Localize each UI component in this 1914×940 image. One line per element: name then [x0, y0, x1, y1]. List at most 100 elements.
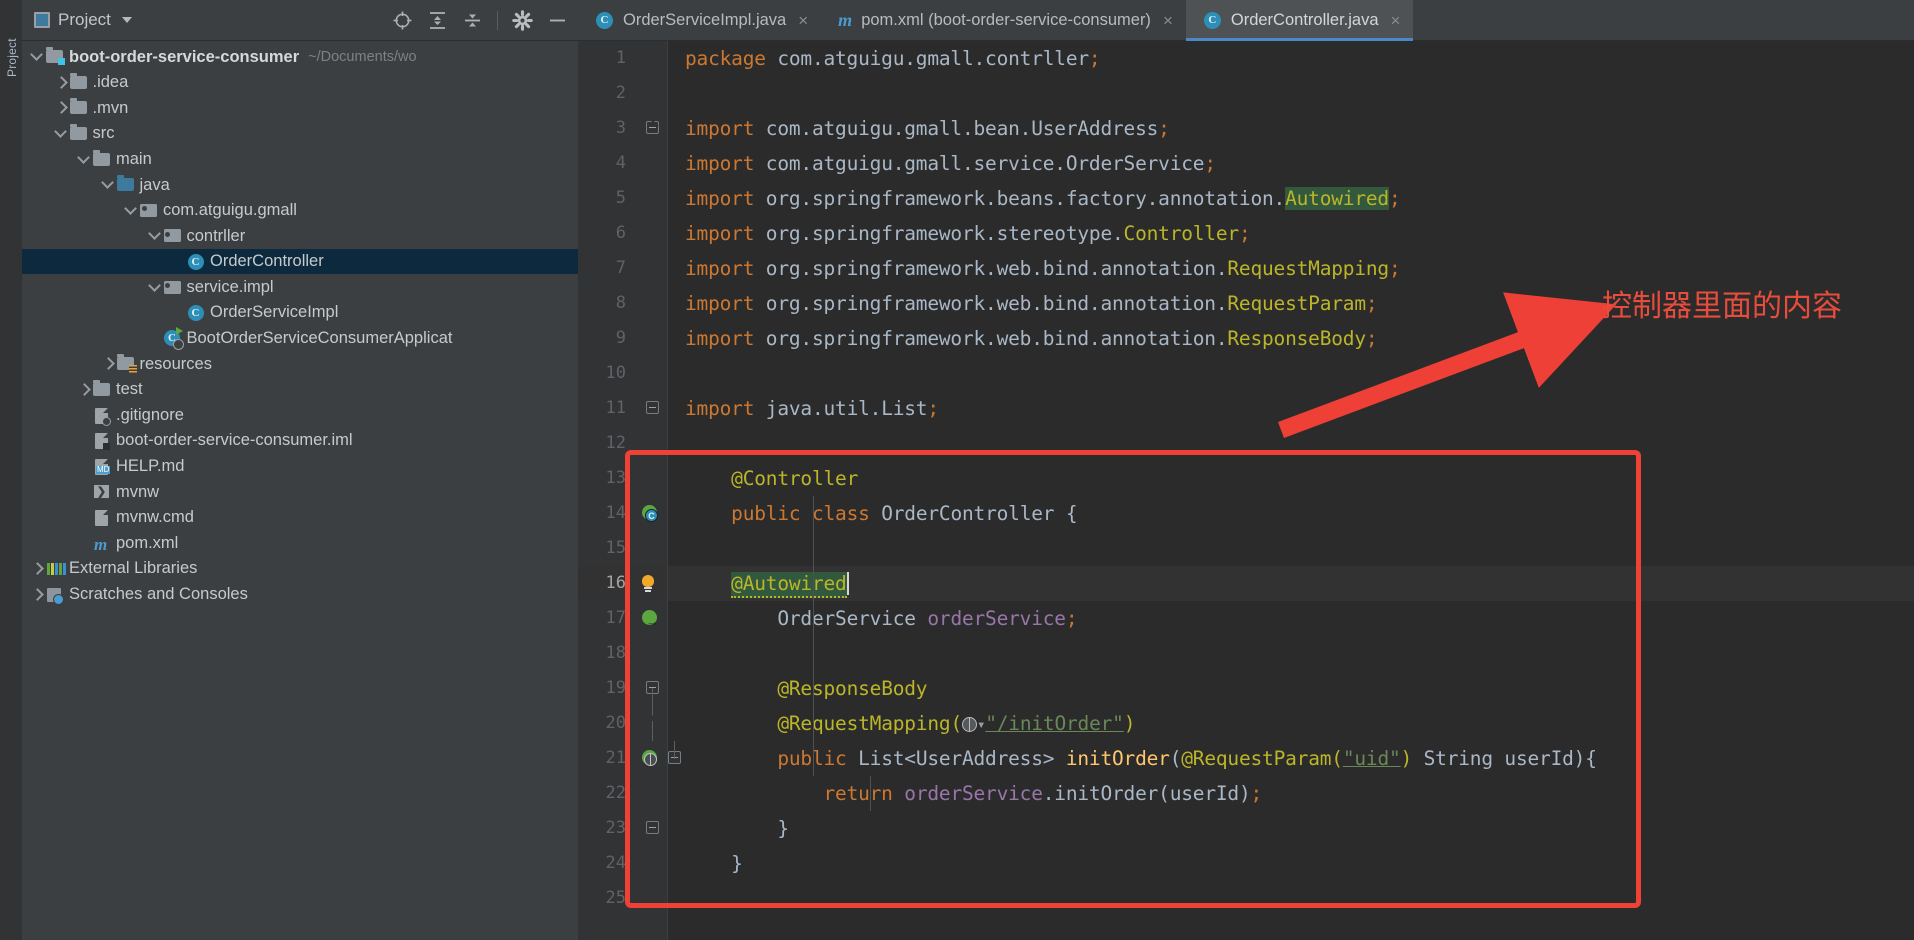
gutter-line[interactable]: 2 — [578, 76, 668, 111]
tree-item-scratches-and-consoles[interactable]: Scratches and Consoles — [22, 581, 578, 607]
code-content[interactable]: package com.atguigu.gmall.contrller; impo… — [668, 41, 1914, 940]
code-line[interactable]: import org.springframework.web.bind.anno… — [668, 286, 1914, 321]
gutter-line[interactable]: 12 — [578, 426, 668, 461]
chevron-down-icon[interactable] — [121, 17, 132, 23]
fold-marker[interactable] — [641, 111, 663, 146]
code-line[interactable]: import org.springframework.beans.factory… — [668, 181, 1914, 216]
tree-item-help-md[interactable]: MD HELP.md — [22, 454, 578, 480]
fold-marker[interactable] — [641, 811, 663, 846]
code-line[interactable] — [668, 531, 1914, 566]
project-tree[interactable]: boot-order-service-consumer ~/Documents/w… — [22, 41, 578, 940]
spring-bean-gutter-icon[interactable]: C — [641, 504, 661, 524]
code-line[interactable]: public List<UserAddress> initOrder(@Requ… — [668, 741, 1914, 776]
code-line[interactable]: import org.springframework.web.bind.anno… — [668, 251, 1914, 286]
code-line[interactable]: public class OrderController { — [668, 496, 1914, 531]
gutter-line[interactable]: 22 — [578, 776, 668, 811]
tree-toggle-arrow[interactable] — [101, 177, 116, 192]
tree-item-external-libraries[interactable]: External Libraries — [22, 556, 578, 582]
tree-item-src[interactable]: src — [22, 121, 578, 147]
gutter-line[interactable]: 17 → — [578, 601, 668, 636]
gutter-line[interactable]: 1 — [578, 41, 668, 76]
code-line[interactable]: @Controller — [668, 461, 1914, 496]
editor-gutter[interactable]: 1 2 3 4 5 6 7 8 9 10 11 12 13 14 C 15 16 17 → 18 19 20 21 22 23 2… — [578, 41, 681, 940]
tree-toggle-arrow[interactable] — [101, 356, 116, 371]
gutter-line[interactable]: 4 — [578, 146, 668, 181]
fold-marker[interactable] — [641, 671, 663, 706]
gutter-line[interactable]: 15 — [578, 531, 668, 566]
close-icon[interactable]: × — [1163, 12, 1173, 29]
code-line[interactable]: } — [668, 811, 1914, 846]
gutter-line[interactable]: 16 — [578, 566, 668, 601]
tree-item-idea[interactable]: .idea — [22, 70, 578, 96]
code-line[interactable] — [668, 881, 1914, 916]
tree-item-resources[interactable]: resources — [22, 351, 578, 377]
gutter-line[interactable]: 24 — [578, 846, 668, 881]
minimize-icon[interactable] — [547, 10, 568, 31]
tree-toggle-arrow[interactable] — [77, 152, 92, 167]
code-line[interactable] — [668, 636, 1914, 671]
gutter-line[interactable]: 10 — [578, 356, 668, 391]
intention-bulb-icon[interactable] — [638, 574, 658, 594]
code-line[interactable] — [668, 356, 1914, 391]
gear-icon[interactable] — [512, 9, 533, 31]
tree-item-test[interactable]: test — [22, 377, 578, 403]
tree-toggle-arrow[interactable] — [77, 382, 92, 397]
tree-item-bootorderserviceconsumerapplicat[interactable]: C BootOrderServiceConsumerApplicat — [22, 326, 578, 352]
fold-marker[interactable] — [641, 706, 663, 741]
code-line[interactable]: import org.springframework.web.bind.anno… — [668, 321, 1914, 356]
collapse-all-icon[interactable] — [462, 10, 483, 31]
editor-tab-ordercontroller[interactable]: C OrderController.java × — [1185, 0, 1414, 41]
web-mapping-gutter-icon[interactable] — [641, 749, 661, 769]
tree-item-java[interactable]: java — [22, 172, 578, 198]
autowired-gutter-icon[interactable]: → — [641, 609, 661, 629]
tree-item-gitignore[interactable]: .gitignore — [22, 402, 578, 428]
code-line[interactable]: OrderService orderService; — [668, 601, 1914, 636]
gutter-line[interactable]: 5 — [578, 181, 668, 216]
tree-toggle-arrow[interactable] — [54, 75, 69, 90]
editor-tab-bar[interactable]: C OrderServiceImpl.java × m pom.xml (boot-or… — [578, 0, 1914, 41]
tree-toggle-arrow[interactable] — [30, 49, 45, 64]
tree-item-ordercontroller[interactable]: C OrderController — [22, 248, 578, 275]
tree-item-mvnw[interactable]: ❯ mvnw — [22, 479, 578, 505]
gutter-line[interactable]: 11 — [578, 391, 668, 426]
tree-item-contrller[interactable]: contrller — [22, 223, 578, 249]
locate-target-icon[interactable] — [392, 10, 413, 31]
code-line[interactable]: @Autowired — [668, 566, 1914, 601]
editor-tab-orderserviceimpl[interactable]: C OrderServiceImpl.java × — [578, 0, 821, 40]
code-line[interactable]: @ResponseBody — [668, 671, 1914, 706]
tree-item-mvnw-cmd[interactable]: mvnw.cmd — [22, 505, 578, 531]
tree-toggle-arrow[interactable] — [124, 203, 139, 218]
gutter-line[interactable]: 21 — [578, 741, 681, 776]
gutter-line[interactable]: 6 — [578, 216, 668, 251]
code-line[interactable]: import java.util.List; — [668, 391, 1914, 426]
tree-item-boot-order-service-consumer-iml[interactable]: boot-order-service-consumer.iml — [22, 428, 578, 454]
expand-all-icon[interactable] — [427, 10, 448, 31]
tree-item-mvn[interactable]: .mvn — [22, 95, 578, 121]
code-line[interactable]: import com.atguigu.gmall.service.OrderSe… — [668, 146, 1914, 181]
code-line[interactable] — [668, 76, 1914, 111]
code-editor[interactable]: 1 2 3 4 5 6 7 8 9 10 11 12 13 14 C 15 16 17 → 18 19 20 21 22 23 2… — [578, 41, 1914, 940]
gutter-line[interactable]: 7 — [578, 251, 668, 286]
editor-tab-pom[interactable]: m pom.xml (boot-order-service-consumer) × — [821, 0, 1186, 40]
gutter-line[interactable]: 9 — [578, 321, 668, 356]
close-icon[interactable]: × — [1391, 12, 1401, 29]
gutter-line[interactable]: 20 — [578, 706, 668, 741]
tool-window-rail[interactable]: Project — [0, 0, 22, 940]
tree-toggle-arrow[interactable] — [54, 100, 69, 115]
tree-toggle-arrow[interactable] — [148, 280, 163, 295]
tree-toggle-arrow[interactable] — [30, 561, 45, 576]
tree-toggle-arrow[interactable] — [54, 126, 69, 141]
tree-item-orderserviceimpl[interactable]: C OrderServiceImpl — [22, 300, 578, 326]
tree-item-main[interactable]: main — [22, 146, 578, 172]
rail-project-label[interactable]: Project — [5, 17, 19, 77]
gutter-line[interactable]: 13 — [578, 461, 668, 496]
code-line[interactable]: package com.atguigu.gmall.contrller; — [668, 41, 1914, 76]
gutter-line[interactable]: 19 — [578, 671, 668, 706]
gutter-line[interactable]: 25 — [578, 881, 668, 916]
tree-item-boot-order-service-consumer[interactable]: boot-order-service-consumer ~/Documents/w… — [22, 44, 578, 70]
tree-toggle-arrow[interactable] — [30, 587, 45, 602]
code-line[interactable]: import com.atguigu.gmall.bean.UserAddres… — [668, 111, 1914, 146]
code-line[interactable]: import org.springframework.stereotype.Co… — [668, 216, 1914, 251]
tree-item-pom-xml[interactable]: m pom.xml — [22, 530, 578, 556]
fold-marker[interactable] — [641, 391, 663, 426]
